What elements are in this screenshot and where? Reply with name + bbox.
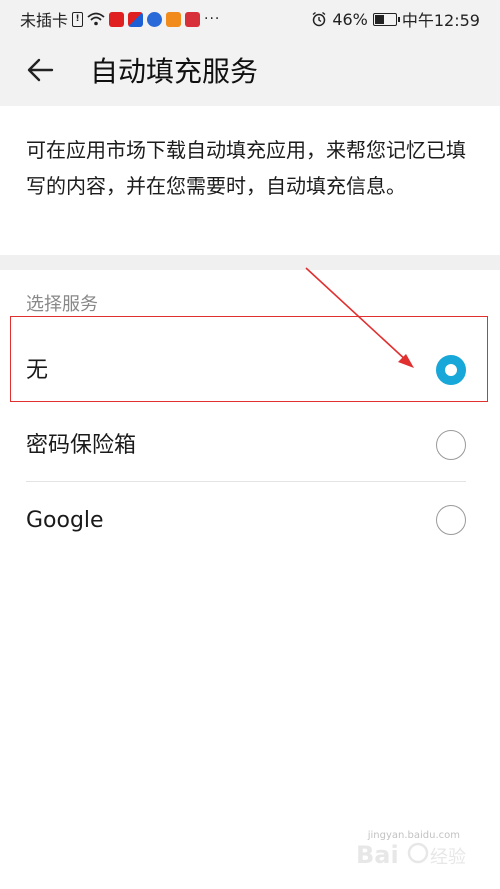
back-button[interactable]	[22, 52, 58, 88]
baidu-jingyan-watermark-icon: Bai 经验	[356, 841, 466, 869]
status-bar: 未插卡 ! ··· 46% 中午12:59	[0, 0, 500, 34]
app-bar: 自动填充服务	[0, 34, 500, 106]
video-app-icon	[166, 11, 182, 27]
section-header: 选择服务	[26, 294, 98, 315]
page-title: 自动填充服务	[90, 55, 259, 88]
app-notification-icon	[185, 11, 201, 27]
description-text: 可在应用市场下载自动填充应用，来帮您记忆已填写的内容，并在您需要时，自动填充信息…	[26, 138, 466, 198]
svg-text:经验: 经验	[430, 847, 466, 868]
service-option-google[interactable]: Google	[0, 483, 500, 557]
alarm-icon	[312, 11, 326, 27]
option-label: 密码保险箱	[26, 433, 137, 458]
option-label: Google	[26, 508, 104, 533]
clock-time: 中午12:59	[401, 11, 480, 30]
radio-unselected-icon[interactable]	[436, 505, 466, 535]
back-arrow-icon	[27, 58, 54, 82]
more-notifications-icon: ···	[204, 11, 221, 27]
carrier-label: 未插卡	[20, 11, 69, 30]
music-app-icon	[147, 11, 163, 27]
service-option-password-vault[interactable]: 密码保险箱	[0, 408, 500, 482]
option-divider	[26, 481, 466, 482]
wifi-icon	[87, 12, 105, 26]
radio-unselected-icon[interactable]	[436, 430, 466, 460]
radio-selected-icon[interactable]	[436, 355, 466, 385]
sim-alert-icon: !	[72, 11, 84, 27]
status-right: 46% 中午12:59	[311, 7, 480, 31]
option-label: 无	[26, 358, 49, 383]
app-notification-icon	[109, 11, 125, 27]
svg-text:Bai: Bai	[356, 841, 399, 869]
app-notification-icon	[128, 11, 144, 27]
service-option-none[interactable]: 无	[0, 333, 500, 407]
section-divider	[0, 255, 500, 270]
battery-percent: 46%	[332, 9, 368, 29]
battery-icon	[372, 12, 400, 26]
status-left: 未插卡 ! ···	[20, 7, 220, 31]
